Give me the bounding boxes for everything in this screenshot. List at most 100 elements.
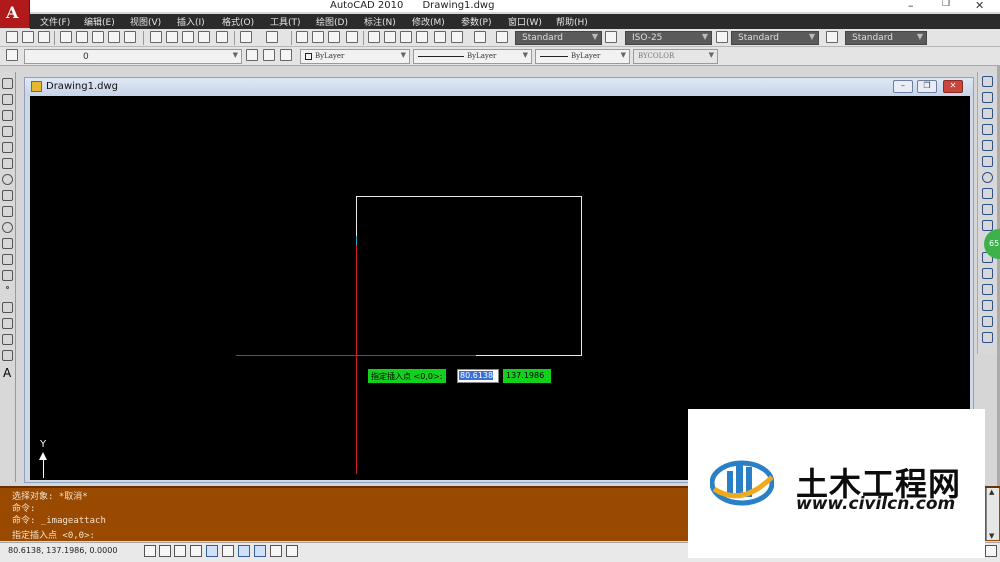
chamfer-icon[interactable] xyxy=(982,316,993,327)
dim-style-dropdown[interactable]: ISO-25 ▼ xyxy=(625,31,712,45)
menu-help[interactable]: 帮助(H) xyxy=(556,15,588,28)
restore-button[interactable]: ❐ xyxy=(942,0,950,9)
rotate-icon[interactable] xyxy=(982,172,993,183)
insert-block-icon[interactable] xyxy=(2,254,13,265)
doc-minimize-button[interactable]: – xyxy=(893,80,913,93)
menu-view[interactable]: 视图(V) xyxy=(130,15,161,28)
mirror-icon[interactable] xyxy=(982,108,993,119)
polar-tracking-icon[interactable] xyxy=(190,545,202,557)
text-style-icon[interactable] xyxy=(496,31,508,43)
table-style-icon[interactable] xyxy=(716,31,728,43)
match-properties-icon[interactable] xyxy=(198,31,210,43)
snap-mode-icon[interactable] xyxy=(144,545,156,557)
menu-edit[interactable]: 编辑(E) xyxy=(84,15,115,28)
linetype-dropdown[interactable]: ByLayer ▼ xyxy=(413,49,532,64)
dynamic-input-icon[interactable] xyxy=(254,545,266,557)
print-preview-icon[interactable] xyxy=(76,31,88,43)
array-icon[interactable] xyxy=(982,140,993,151)
line-icon[interactable] xyxy=(2,78,13,89)
trim-icon[interactable] xyxy=(982,220,993,231)
scroll-up-icon[interactable]: ▲ xyxy=(989,488,994,496)
copy-object-icon[interactable] xyxy=(982,92,993,103)
color-dropdown[interactable]: ByLayer ▼ xyxy=(300,49,410,64)
table-style-dropdown[interactable]: Standard ▼ xyxy=(731,31,819,45)
zoom-previous-icon[interactable] xyxy=(346,31,358,43)
grid-display-icon[interactable] xyxy=(159,545,171,557)
break-at-point-icon[interactable] xyxy=(982,268,993,279)
design-center-icon[interactable] xyxy=(384,31,396,43)
print-icon[interactable] xyxy=(60,31,72,43)
make-block-icon[interactable] xyxy=(2,270,13,281)
menu-window[interactable]: 窗口(W) xyxy=(508,15,542,28)
gradient-icon[interactable] xyxy=(2,318,13,329)
cut-icon[interactable] xyxy=(150,31,162,43)
paste-icon[interactable] xyxy=(182,31,194,43)
menu-parametric[interactable]: 参数(P) xyxy=(461,15,491,28)
pan-icon[interactable] xyxy=(296,31,308,43)
markup-icon[interactable] xyxy=(434,31,446,43)
object-snap-tracking-icon[interactable] xyxy=(222,545,234,557)
dynamic-input-y-field[interactable]: 137.1986 xyxy=(503,369,551,383)
open-file-icon[interactable] xyxy=(22,31,34,43)
hatch-icon[interactable] xyxy=(2,302,13,313)
ellipse-arc-icon[interactable] xyxy=(2,238,13,249)
undo-icon[interactable] xyxy=(240,31,252,43)
application-menu-button[interactable]: A xyxy=(0,0,30,28)
etransmit-icon[interactable] xyxy=(124,31,136,43)
make-object-layer-current-icon[interactable] xyxy=(246,49,258,61)
scale-icon[interactable] xyxy=(982,188,993,199)
publish-icon[interactable] xyxy=(92,31,104,43)
menu-tools[interactable]: 工具(T) xyxy=(270,15,301,28)
layer-previous-icon[interactable] xyxy=(263,49,275,61)
multiline-text-icon[interactable]: A xyxy=(3,366,11,380)
dynamic-input-x-field[interactable]: 80.6138 xyxy=(457,369,499,383)
erase-icon[interactable] xyxy=(982,76,993,87)
3d-dwf-icon[interactable] xyxy=(108,31,120,43)
region-icon[interactable] xyxy=(2,334,13,345)
menu-insert[interactable]: 插入(I) xyxy=(177,15,205,28)
quickcalc-icon[interactable] xyxy=(451,31,463,43)
quick-properties-icon[interactable] xyxy=(286,545,298,557)
construction-line-icon[interactable] xyxy=(2,94,13,105)
menu-file[interactable]: 文件(F) xyxy=(40,15,70,28)
object-snap-icon[interactable] xyxy=(206,545,218,557)
close-button[interactable]: ✕ xyxy=(975,0,984,12)
menu-dimension[interactable]: 标注(N) xyxy=(364,15,396,28)
help-icon[interactable] xyxy=(474,31,486,43)
zoom-realtime-icon[interactable] xyxy=(312,31,324,43)
polyline-icon[interactable] xyxy=(2,110,13,121)
image-frame-rectangle[interactable] xyxy=(356,196,582,356)
dynamic-ucs-icon[interactable] xyxy=(238,545,250,557)
revision-cloud-icon[interactable] xyxy=(2,190,13,201)
text-style-dropdown[interactable]: Standard ▼ xyxy=(515,31,602,45)
move-icon[interactable] xyxy=(982,156,993,167)
join-icon[interactable] xyxy=(982,300,993,311)
stretch-icon[interactable] xyxy=(982,204,993,215)
block-editor-icon[interactable] xyxy=(216,31,228,43)
doc-close-button[interactable]: ✕ xyxy=(943,80,963,93)
menu-format[interactable]: 格式(O) xyxy=(222,15,254,28)
clean-screen-icon[interactable] xyxy=(985,545,997,557)
lineweight-dropdown[interactable]: ByLayer ▼ xyxy=(535,49,630,64)
rectangle-icon[interactable] xyxy=(2,142,13,153)
ortho-mode-icon[interactable] xyxy=(174,545,186,557)
spline-icon[interactable] xyxy=(2,206,13,217)
multileader-style-dropdown[interactable]: Standard ▼ xyxy=(845,31,927,45)
lineweight-toggle-icon[interactable] xyxy=(270,545,282,557)
layer-dropdown[interactable]: 0 ▼ xyxy=(24,49,242,64)
doc-restore-button[interactable]: ❐ xyxy=(917,80,937,93)
arc-icon[interactable] xyxy=(2,158,13,169)
save-icon[interactable] xyxy=(38,31,50,43)
scroll-down-icon[interactable]: ▼ xyxy=(989,532,994,540)
layer-properties-icon[interactable] xyxy=(6,49,18,61)
properties-icon[interactable] xyxy=(368,31,380,43)
menu-draw[interactable]: 绘图(D) xyxy=(316,15,348,28)
explode-icon[interactable] xyxy=(982,332,993,343)
sheet-set-icon[interactable] xyxy=(416,31,428,43)
layer-states-icon[interactable] xyxy=(280,49,292,61)
redo-icon[interactable] xyxy=(266,31,278,43)
point-icon[interactable] xyxy=(6,286,9,289)
new-file-icon[interactable] xyxy=(6,31,18,43)
multileader-style-icon[interactable] xyxy=(826,31,838,43)
menu-modify[interactable]: 修改(M) xyxy=(412,15,445,28)
